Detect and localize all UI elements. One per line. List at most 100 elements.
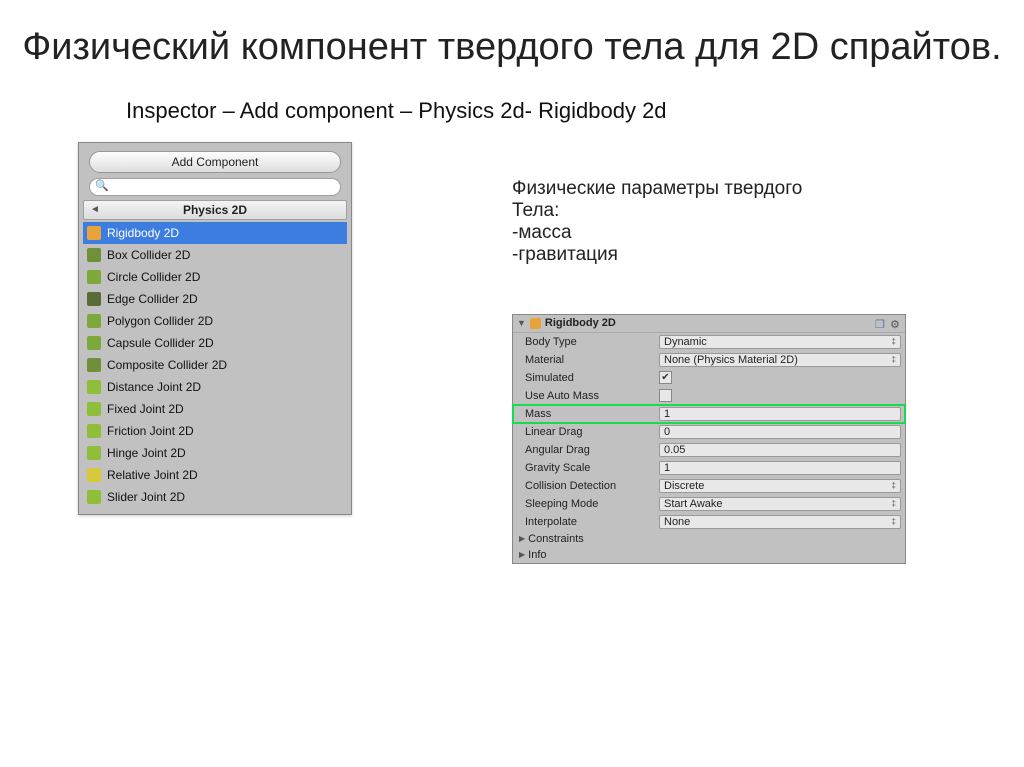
help-icon[interactable]: ❐ xyxy=(875,318,886,329)
inspector-row: Simulated ✔ xyxy=(513,369,905,387)
dropdown-arrow-icon: ‡ xyxy=(892,481,896,490)
dropdown-arrow-icon: ‡ xyxy=(892,517,896,526)
component-item-icon xyxy=(87,314,101,328)
component-item[interactable]: Relative Joint 2D xyxy=(83,464,347,486)
inspector-property-label: Simulated xyxy=(525,372,655,384)
params-line: -масса xyxy=(512,222,1004,244)
inspector-field-value: None xyxy=(664,516,690,528)
component-item[interactable]: Composite Collider 2D xyxy=(83,354,347,376)
foldout-label: Info xyxy=(528,549,546,561)
component-item-icon xyxy=(87,358,101,372)
inspector-checkbox[interactable]: ✔ xyxy=(659,371,672,384)
inspector-property-label: Collision Detection xyxy=(525,480,655,492)
component-item[interactable]: Capsule Collider 2D xyxy=(83,332,347,354)
inspector-field-value: Dynamic xyxy=(664,336,707,348)
inspector-dropdown[interactable]: Start Awake‡ xyxy=(659,497,901,511)
inspector-dropdown[interactable]: None (Physics Material 2D)‡ xyxy=(659,353,901,367)
search-icon: 🔍 xyxy=(95,179,109,192)
component-item-label: Fixed Joint 2D xyxy=(107,402,184,416)
back-icon[interactable]: ◄ xyxy=(90,204,100,215)
component-item[interactable]: Hinge Joint 2D xyxy=(83,442,347,464)
component-item-icon xyxy=(87,380,101,394)
component-item[interactable]: Distance Joint 2D xyxy=(83,376,347,398)
inspector-field-value: 1 xyxy=(664,462,670,474)
inspector-dropdown[interactable]: Discrete ‡ xyxy=(659,479,901,493)
inspector-field-value: Discrete xyxy=(664,480,704,492)
inspector-property-label: Interpolate xyxy=(525,516,655,528)
category-header[interactable]: ◄ Physics 2D xyxy=(83,200,347,220)
inspector-field-value: Start Awake xyxy=(664,498,723,510)
component-item[interactable]: Box Collider 2D xyxy=(83,244,347,266)
inspector-field-value: 0.05 xyxy=(664,444,685,456)
params-line: Физические параметры твердого xyxy=(512,178,1004,200)
component-item[interactable]: Friction Joint 2D xyxy=(83,420,347,442)
inspector-row: Material None (Physics Material 2D)‡ xyxy=(513,351,905,369)
component-item-label: Edge Collider 2D xyxy=(107,292,198,306)
add-component-panel: Add Component 🔍 ◄ Physics 2D Rigidbody 2… xyxy=(78,142,352,515)
inspector-property-label: Angular Drag xyxy=(525,444,655,456)
inspector-property-label: Linear Drag xyxy=(525,426,655,438)
component-item-icon xyxy=(87,424,101,438)
component-item-label: Capsule Collider 2D xyxy=(107,336,214,350)
component-item-icon xyxy=(87,402,101,416)
inspector-dropdown[interactable]: Dynamic ‡ xyxy=(659,335,901,349)
component-item-label: Friction Joint 2D xyxy=(107,424,194,438)
component-item[interactable]: Polygon Collider 2D xyxy=(83,310,347,332)
component-item-label: Hinge Joint 2D xyxy=(107,446,186,460)
inspector-property-label: Body Type xyxy=(525,336,655,348)
inspector-checkbox[interactable] xyxy=(659,389,672,402)
component-list: Rigidbody 2D Box Collider 2D Circle Collid… xyxy=(79,222,351,514)
inspector-header[interactable]: ▼ Rigidbody 2D ❐ ⚙ xyxy=(513,315,905,333)
add-component-button[interactable]: Add Component xyxy=(89,151,341,173)
component-item-label: Composite Collider 2D xyxy=(107,358,227,372)
component-item[interactable]: Slider Joint 2D xyxy=(83,486,347,508)
component-item-icon xyxy=(87,336,101,350)
rigidbody-inspector-panel: ▼ Rigidbody 2D ❐ ⚙ Body Type Dynamic ‡ Mate… xyxy=(512,314,906,564)
inspector-number-field[interactable]: 0 xyxy=(659,425,901,439)
inspector-number-field[interactable]: 1 xyxy=(659,461,901,475)
component-item-icon xyxy=(87,270,101,284)
component-item-label: Box Collider 2D xyxy=(107,248,190,262)
category-title: Physics 2D xyxy=(183,203,247,217)
inspector-property-label: Material xyxy=(525,354,655,366)
component-item-icon xyxy=(87,468,101,482)
slide-title: Физический компонент твердого тела для 2… xyxy=(0,0,1024,80)
inspector-dropdown[interactable]: None ‡ xyxy=(659,515,901,529)
slide-subtitle: Inspector – Add component – Physics 2d- … xyxy=(0,80,1024,124)
inspector-number-field[interactable]: 1 xyxy=(659,407,901,421)
component-item[interactable]: Fixed Joint 2D xyxy=(83,398,347,420)
inspector-property-label: Sleeping Mode xyxy=(525,498,655,510)
component-item-label: Rigidbody 2D xyxy=(107,226,179,240)
gear-icon[interactable]: ⚙ xyxy=(890,318,901,329)
inspector-row: Interpolate None ‡ xyxy=(513,513,905,531)
component-icon xyxy=(530,318,541,329)
inspector-field-value: 1 xyxy=(664,408,670,420)
dropdown-arrow-icon: ‡ xyxy=(892,337,896,346)
foldout-triangle-icon: ▶ xyxy=(519,550,525,559)
component-item-icon xyxy=(87,292,101,306)
inspector-field-value: None (Physics Material 2D) xyxy=(664,354,798,366)
foldout-label: Constraints xyxy=(528,533,584,545)
inspector-component-title: Rigidbody 2D xyxy=(545,317,871,329)
inspector-row: Mass1 xyxy=(513,405,905,423)
component-item[interactable]: Rigidbody 2D xyxy=(83,222,347,244)
component-item-icon xyxy=(87,446,101,460)
component-item-icon xyxy=(87,226,101,240)
inspector-foldout[interactable]: ▶Constraints xyxy=(513,531,905,547)
inspector-row: Body Type Dynamic ‡ xyxy=(513,333,905,351)
collapse-triangle-icon[interactable]: ▼ xyxy=(517,318,526,328)
component-item[interactable]: Circle Collider 2D xyxy=(83,266,347,288)
inspector-number-field[interactable]: 0.05 xyxy=(659,443,901,457)
inspector-row: Angular Drag 0.05 xyxy=(513,441,905,459)
component-item-label: Polygon Collider 2D xyxy=(107,314,213,328)
inspector-row: Gravity Scale 1 xyxy=(513,459,905,477)
component-item-label: Relative Joint 2D xyxy=(107,468,198,482)
component-search-input[interactable] xyxy=(89,178,341,196)
inspector-foldout[interactable]: ▶Info xyxy=(513,547,905,563)
component-item-label: Slider Joint 2D xyxy=(107,490,185,504)
inspector-property-label: Gravity Scale xyxy=(525,462,655,474)
component-item-label: Distance Joint 2D xyxy=(107,380,201,394)
component-item-icon xyxy=(87,490,101,504)
params-line: Тела: xyxy=(512,200,1004,222)
component-item[interactable]: Edge Collider 2D xyxy=(83,288,347,310)
